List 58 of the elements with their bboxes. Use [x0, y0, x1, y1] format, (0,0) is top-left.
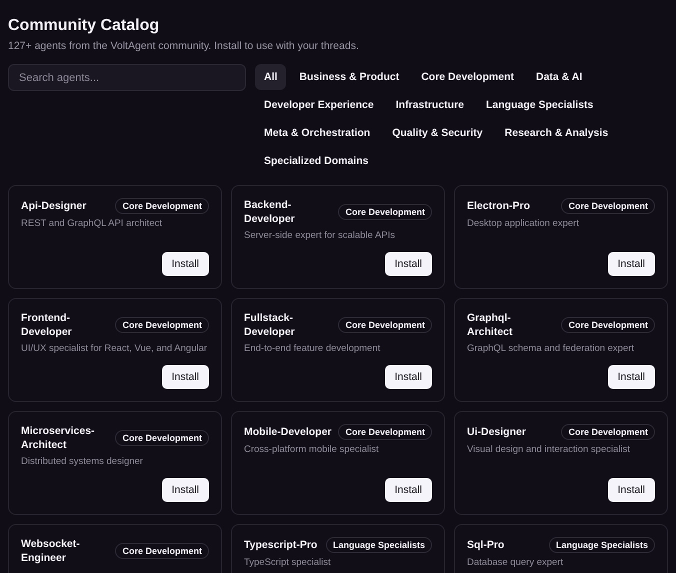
agent-description: Desktop application expert	[467, 218, 580, 229]
category-tag: Language Specialists	[326, 537, 432, 553]
agent-description: UI/UX specialist for React, Vue, and Angular	[21, 343, 208, 354]
agent-name: Backend-Developer	[244, 198, 296, 226]
category-tag: Core Development	[115, 430, 209, 446]
agent-name: Typescript-Pro	[244, 538, 318, 552]
category-filter[interactable]: Core Development	[412, 64, 523, 90]
agent-description: TypeScript specialist	[244, 557, 332, 568]
agent-name: Microservices-Architect	[21, 424, 96, 452]
agent-description: End-to-end feature development	[244, 343, 382, 354]
agent-description: Distributed systems designer	[21, 456, 144, 467]
agent-description: GraphQL schema and federation expert	[467, 343, 636, 354]
install-button[interactable]: Install	[162, 252, 209, 276]
category-filter[interactable]: Research & Analysis	[496, 120, 618, 146]
install-button[interactable]: Install	[384, 478, 432, 502]
category-filter[interactable]: All	[255, 64, 286, 90]
install-button[interactable]: Install	[162, 365, 209, 389]
category-tag: Core Development	[561, 317, 655, 333]
category-tag: Core Development	[115, 543, 209, 559]
agent-name: Graphql-Architect	[467, 311, 514, 339]
install-button[interactable]: Install	[608, 252, 655, 276]
agent-description: Server-side expert for scalable APIs	[244, 230, 396, 241]
install-button[interactable]: Install	[384, 252, 432, 276]
agent-name: Fullstack-Developer	[244, 311, 296, 339]
category-filter[interactable]: Developer Experience	[255, 92, 383, 118]
agent-name: Api-Designer	[21, 199, 88, 213]
agent-description: Database query expert	[467, 557, 564, 568]
agent-name: Websocket-Engineer	[21, 537, 81, 565]
category-tag: Core Development	[115, 198, 209, 214]
category-filter[interactable]: Quality & Security	[383, 120, 492, 146]
category-tag: Language Specialists	[548, 537, 655, 553]
install-button[interactable]: Install	[608, 478, 655, 502]
category-filter[interactable]: Specialized Domains	[255, 148, 378, 174]
agent-name: Mobile-Developer	[244, 425, 332, 439]
category-filter[interactable]: Infrastructure	[386, 92, 473, 118]
category-tag: Core Development	[338, 424, 432, 440]
category-filter[interactable]: Data & AI	[526, 64, 592, 90]
agent-name: Sql-Pro	[467, 538, 506, 552]
category-filter[interactable]: Language Specialists	[477, 92, 602, 118]
category-tag: Core Development	[561, 198, 655, 214]
page-title: Community Catalog	[8, 16, 160, 36]
category-filter[interactable]: Meta & Orchestration	[255, 120, 380, 146]
agent-description: Cross-platform mobile specialist	[244, 444, 380, 455]
agent-description: Visual design and interaction specialist	[467, 444, 632, 455]
install-button[interactable]: Install	[384, 365, 432, 389]
category-tag: Core Development	[338, 317, 432, 333]
category-filter[interactable]: Business & Product	[290, 64, 408, 90]
agent-description: REST and GraphQL API architect	[21, 218, 163, 229]
agent-name: Ui-Designer	[467, 425, 527, 439]
page-subtitle: 127+ agents from the VoltAgent community. Install to use with your threads.	[8, 40, 360, 52]
search-field[interactable]: Search agents...	[8, 64, 246, 91]
category-tag: Core Development	[561, 424, 655, 440]
category-tag: Core Development	[115, 317, 209, 333]
agent-name: Electron-Pro	[467, 199, 532, 213]
install-button[interactable]: Install	[608, 365, 655, 389]
category-tag: Core Development	[338, 204, 432, 220]
agent-name: Frontend-Developer	[21, 311, 73, 339]
install-button[interactable]: Install	[162, 478, 209, 502]
